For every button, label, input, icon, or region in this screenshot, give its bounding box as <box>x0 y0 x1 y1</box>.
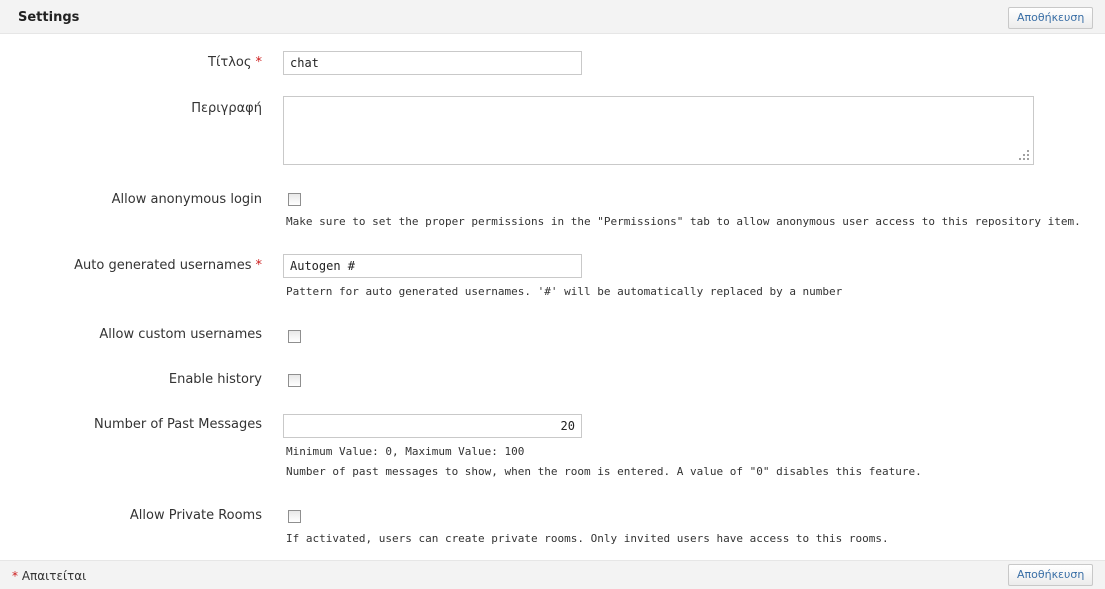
required-star: * <box>12 569 18 583</box>
private-rooms-label: Allow Private Rooms <box>129 508 262 523</box>
save-button-bottom[interactable]: Αποθήκευση <box>1008 564 1094 586</box>
anonymous-login-label: Allow anonymous login <box>111 192 262 207</box>
form-footer: * Απαιτείται Αποθήκευση <box>0 560 1105 589</box>
past-messages-input[interactable]: 20 <box>283 414 582 438</box>
past-messages-help: Number of past messages to show, when th… <box>286 465 922 478</box>
private-rooms-help: If activated, users can create private r… <box>286 532 889 545</box>
autogen-usernames-label-text: Auto generated usernames <box>74 258 252 273</box>
description-label: Περιγραφή <box>191 101 262 116</box>
autogen-usernames-help: Pattern for auto generated usernames. '#… <box>286 285 843 298</box>
autogen-usernames-label: Auto generated usernames * <box>74 258 262 273</box>
required-note-text: Απαιτείται <box>21 569 87 583</box>
custom-usernames-checkbox[interactable] <box>288 330 301 343</box>
required-marker: * <box>255 55 263 70</box>
anonymous-login-help: Make sure to set the proper permissions … <box>286 215 1081 228</box>
enable-history-checkbox[interactable] <box>288 374 301 387</box>
description-textarea[interactable] <box>283 96 1034 165</box>
autogen-usernames-input[interactable]: Autogen # <box>283 254 582 278</box>
enable-history-label: Enable history <box>168 372 262 387</box>
private-rooms-checkbox[interactable] <box>288 510 301 523</box>
custom-usernames-label: Allow custom usernames <box>99 327 262 342</box>
required-marker: * <box>255 258 263 273</box>
title-label-text: Τίτλος <box>208 55 252 70</box>
section-title: Settings <box>18 10 80 25</box>
past-messages-label: Number of Past Messages <box>94 417 262 432</box>
anonymous-login-checkbox[interactable] <box>288 193 301 206</box>
title-label: Τίτλος * <box>208 55 262 70</box>
save-button-top[interactable]: Αποθήκευση <box>1008 7 1094 29</box>
past-messages-range-help: Minimum Value: 0, Maximum Value: 100 <box>286 445 525 458</box>
settings-header: Settings Αποθήκευση <box>0 0 1105 34</box>
resize-grip-icon[interactable] <box>1019 150 1029 160</box>
title-input[interactable]: chat <box>283 51 582 75</box>
required-note: * Απαιτείται <box>12 569 86 583</box>
